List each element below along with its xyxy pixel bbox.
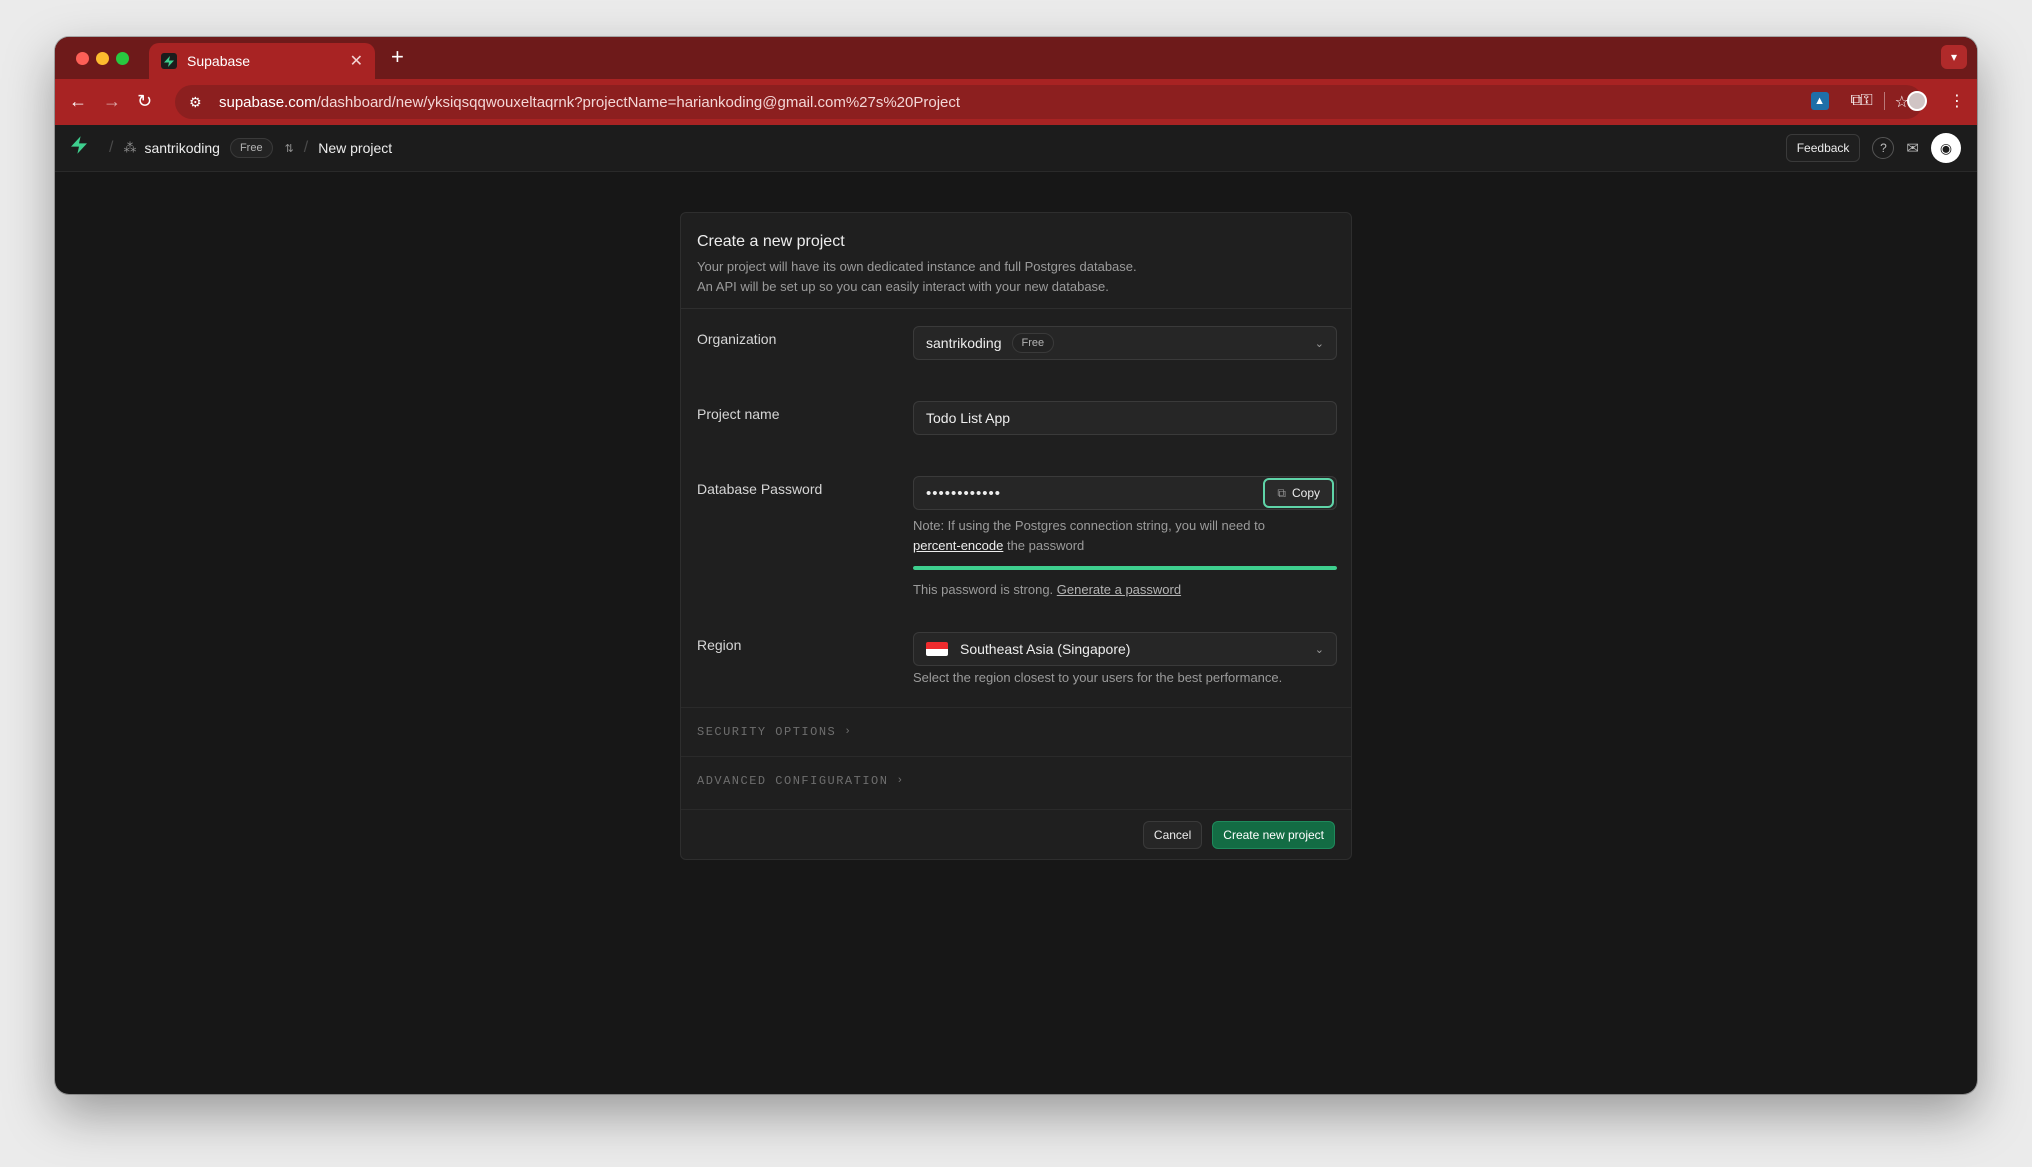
password-note-suffix: the password [1003, 538, 1085, 553]
password-strength-fill [913, 566, 1337, 570]
password-note-text: Note: If using the Postgres connection s… [913, 518, 1265, 533]
card-description-line-2: An API will be set up so you can easily … [697, 279, 1109, 294]
user-avatar[interactable]: ◉ [1931, 133, 1961, 163]
breadcrumb-separator: / [109, 139, 114, 156]
percent-encode-link[interactable]: percent-encode [913, 538, 1003, 553]
forward-arrow-icon[interactable]: → [103, 91, 121, 111]
advanced-configuration-toggle[interactable]: ADVANCED CONFIGURATION › [681, 756, 1351, 805]
password-note: Note: If using the Postgres connection s… [913, 516, 1337, 556]
create-new-project-button[interactable]: Create new project [1212, 820, 1335, 849]
password-strength-text: This password is strong. Generate a pass… [913, 582, 1181, 597]
browser-tab-supabase[interactable]: Supabase ✕ [149, 43, 375, 79]
singapore-flag-icon [926, 642, 948, 656]
site-settings-icon[interactable]: ⚙ [189, 93, 207, 111]
region-select[interactable]: Southeast Asia (Singapore) ⌄ [913, 632, 1337, 666]
new-tab-button[interactable]: + [391, 46, 404, 68]
breadcrumb-separator: / [303, 139, 309, 156]
chevron-right-icon: › [896, 775, 905, 787]
organization-select-value: santrikoding [926, 335, 1002, 351]
security-options-toggle[interactable]: SECURITY OPTIONS › [681, 707, 1351, 756]
browser-menu-icon[interactable]: ⋮ [1949, 91, 1965, 111]
supabase-favicon-icon [161, 53, 177, 69]
project-name-input[interactable]: Todo List App [913, 401, 1337, 435]
organization-select[interactable]: santrikoding Free ⌄ [913, 326, 1337, 360]
org-plan-badge: Free [229, 138, 273, 158]
tab-search-chevron-icon[interactable]: ▾ [1941, 45, 1967, 69]
security-options-label: SECURITY OPTIONS [697, 725, 837, 739]
copy-password-button[interactable]: ⧉ Copy [1263, 478, 1334, 508]
toolbar-divider [1884, 92, 1885, 110]
back-arrow-icon[interactable]: ← [69, 91, 87, 111]
tab-strip: Supabase ✕ + ▾ [55, 37, 1977, 79]
browser-toolbar: ← → ↻ ⚙ supabase.com/dashboard/new/yksiq… [55, 79, 1977, 125]
supabase-logo-icon[interactable] [71, 136, 87, 160]
region-select-value: Southeast Asia (Singapore) [960, 641, 1131, 657]
minimize-window-button[interactable] [96, 52, 109, 65]
url-text[interactable]: supabase.com/dashboard/new/yksiqsqqwouxe… [219, 94, 960, 111]
generate-password-link[interactable]: Generate a password [1057, 582, 1181, 597]
create-project-card: Create a new project Your project will h… [680, 212, 1352, 860]
card-title: Create a new project [697, 233, 845, 250]
region-label: Region [697, 637, 742, 653]
database-password-input[interactable]: •••••••••••• ⧉ Copy [913, 476, 1337, 510]
password-strength-message: This password is strong. [913, 582, 1057, 597]
inbox-icon[interactable]: ✉ [1906, 139, 1919, 157]
chevron-right-icon: › [844, 726, 853, 738]
reload-icon[interactable]: ↻ [137, 91, 152, 111]
org-switcher-chevron-icon[interactable]: ⇅ [285, 142, 294, 155]
chevron-down-icon: ⌄ [1314, 337, 1324, 350]
project-name-value: Todo List App [926, 410, 1011, 426]
region-hint: Select the region closest to your users … [913, 670, 1283, 685]
app-header: / ⁂ santrikoding Free ⇅ / New project Fe… [55, 125, 1977, 172]
card-description-line-1: Your project will have its own dedicated… [697, 259, 1137, 274]
maximize-window-button[interactable] [116, 52, 129, 65]
address-bar[interactable]: ⚙ supabase.com/dashboard/new/yksiqsqqwou… [175, 85, 1923, 119]
password-strength-bar [913, 566, 1337, 570]
project-name-label: Project name [697, 406, 780, 422]
browser-profile-avatar[interactable] [1907, 91, 1927, 111]
copy-icon: ⧉ [1277, 485, 1286, 500]
organization-label: Organization [697, 331, 777, 347]
organization-plan-badge: Free [1011, 333, 1055, 353]
breadcrumb-page-name: New project [318, 140, 393, 156]
tab-title: Supabase [187, 53, 251, 69]
chevron-down-icon: ⌄ [1314, 643, 1324, 656]
tab-close-icon[interactable]: ✕ [350, 51, 363, 71]
organization-icon: ⁂ [123, 140, 137, 155]
extension-chart-icon[interactable]: ▲ [1810, 92, 1829, 110]
feedback-button[interactable]: Feedback [1785, 134, 1861, 162]
copy-button-label: Copy [1291, 486, 1320, 500]
cancel-button[interactable]: Cancel [1142, 820, 1203, 849]
browser-window: Supabase ✕ + ▾ ← → ↻ ⚙ supabase.com/dash… [55, 37, 1977, 1094]
card-header: Create a new project Your project will h… [681, 213, 1351, 309]
card-footer: Cancel Create new project [681, 809, 1351, 859]
advanced-configuration-label: ADVANCED CONFIGURATION [697, 774, 889, 788]
extensions-puzzle-icon[interactable]: ⧉ [1851, 92, 1862, 110]
help-icon[interactable]: ? [1872, 137, 1895, 159]
password-masked-value: •••••••••••• [926, 484, 1002, 502]
breadcrumb-org-name[interactable]: santrikoding [144, 140, 220, 156]
close-window-button[interactable] [76, 52, 89, 65]
database-password-label: Database Password [697, 481, 823, 497]
